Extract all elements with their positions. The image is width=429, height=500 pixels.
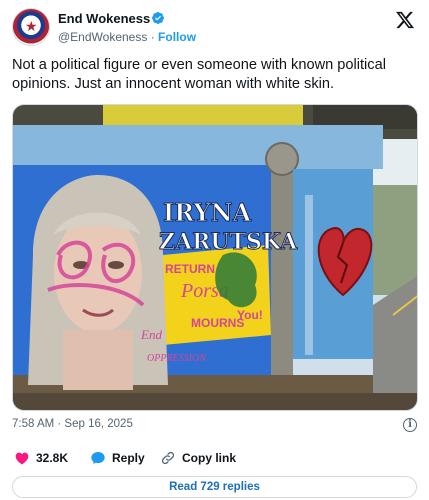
wall-top (13, 125, 383, 169)
tweet-timestamp[interactable]: 7:58 AM · Sep 16, 2025 (12, 418, 133, 430)
tweet-media-image[interactable]: IRYNA ZARUTSKA RETURN Porsa MOURNS You! … (12, 104, 418, 411)
verified-badge-icon (152, 12, 164, 24)
follow-button[interactable]: Follow (158, 30, 196, 44)
author-display-name[interactable]: End Wokeness (58, 11, 150, 26)
tweet-header: ★ End Wokeness @EndWokeness · Follow (12, 8, 417, 48)
grass (373, 185, 417, 295)
right-eye (108, 261, 124, 269)
graffiti-word-5: End (140, 327, 162, 342)
like-button[interactable]: 32.8K (14, 448, 68, 468)
reply-bubble-icon (91, 452, 105, 464)
reply-button[interactable]: Reply (90, 448, 145, 468)
info-icon[interactable]: i (403, 418, 417, 432)
tweet-actions: 32.8K Reply Copy link (12, 448, 417, 468)
pillar (271, 165, 293, 395)
mural-photo: IRYNA ZARUTSKA RETURN Porsa MOURNS You! … (13, 105, 417, 410)
copy-link-label: Copy link (182, 451, 237, 465)
pipe (305, 195, 313, 355)
x-logo-icon[interactable] (395, 10, 415, 30)
separator-dot: · (150, 30, 155, 44)
neck (63, 330, 133, 390)
read-replies-button[interactable]: Read 729 replies (12, 476, 417, 498)
avatar-star-icon: ★ (25, 18, 38, 34)
author-handle[interactable]: @EndWokeness (58, 30, 147, 44)
heart-icon (15, 452, 29, 465)
mural-name-line2: ZARUTSKA (159, 229, 298, 255)
graffiti-word-1: RETURN (165, 262, 215, 276)
reply-label: Reply (112, 451, 145, 465)
like-count: 32.8K (36, 451, 69, 465)
ground-dark (13, 393, 417, 410)
link-icon (161, 451, 175, 465)
graffiti-word-6: OPPRESSION (147, 353, 207, 364)
copy-link-button[interactable]: Copy link (160, 448, 236, 468)
mural-name-line1: IRYNA (163, 198, 252, 227)
tweet-text: Not a political figure or even someone w… (12, 57, 386, 92)
author-avatar[interactable]: ★ (12, 8, 50, 46)
graffiti-word-4: You! (237, 308, 263, 322)
author-handle-row: @EndWokeness · Follow (58, 30, 196, 44)
